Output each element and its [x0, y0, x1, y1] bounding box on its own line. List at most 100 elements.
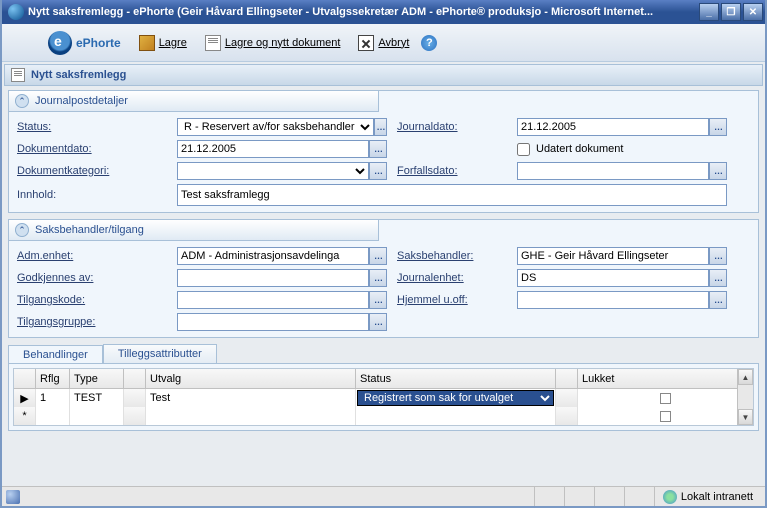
- cell-status[interactable]: Registrert som sak for utvalget: [356, 389, 556, 407]
- godkjennes-input[interactable]: [177, 269, 369, 287]
- done-icon: [6, 490, 20, 504]
- restore-button[interactable]: ❐: [721, 3, 741, 21]
- tilgangskode-label: Tilgangskode:: [17, 294, 167, 306]
- grid-header-utvalg[interactable]: Utvalg: [146, 369, 356, 388]
- godkjennes-picker[interactable]: …: [369, 269, 387, 287]
- table-row-new[interactable]: *: [14, 407, 753, 425]
- grid-behandlinger: Rflg Type Utvalg Status Lukket ▶ 1 TEST …: [13, 368, 754, 426]
- minimize-button[interactable]: _: [699, 3, 719, 21]
- forfallsdato-label: Forfallsdato:: [397, 165, 507, 177]
- udatert-checkbox-wrap[interactable]: Udatert dokument: [517, 143, 727, 156]
- help-button[interactable]: ?: [421, 35, 437, 51]
- hjemmel-label: Hjemmel u.off:: [397, 294, 507, 306]
- save-button[interactable]: Lagre: [133, 33, 193, 53]
- tilgangsgruppe-input[interactable]: [177, 313, 369, 331]
- journaldato-picker[interactable]: …: [709, 118, 727, 136]
- udatert-checkbox[interactable]: [517, 143, 530, 156]
- dokumentdato-input[interactable]: [177, 140, 369, 158]
- dokumentkategori-select[interactable]: [177, 162, 369, 180]
- window-titlebar: Nytt saksfremlegg - ePhorte (Geir Håvard…: [2, 0, 765, 24]
- cell-btn2[interactable]: [556, 389, 578, 407]
- document-icon: [205, 35, 221, 51]
- innhold-input[interactable]: [177, 184, 727, 206]
- save-new-button[interactable]: Lagre og nytt dokument: [199, 33, 347, 53]
- saksbehandler-input[interactable]: [517, 247, 709, 265]
- toolbar: ePhorte Lagre Lagre og nytt dokument Avb…: [2, 24, 765, 62]
- save-icon: [139, 35, 155, 51]
- saksbehandler-label: Saksbehandler:: [397, 250, 507, 262]
- cell-btn[interactable]: [124, 389, 146, 407]
- journalenhet-input[interactable]: [517, 269, 709, 287]
- app-icon: [8, 4, 24, 20]
- grid-scrollbar[interactable]: ▲ ▼: [737, 369, 753, 425]
- close-button[interactable]: ✕: [743, 3, 763, 21]
- window-title: Nytt saksfremlegg - ePhorte (Geir Håvard…: [28, 6, 699, 18]
- dokumentkategori-label: Dokumentkategori:: [17, 165, 167, 177]
- tilgangskode-picker[interactable]: …: [369, 291, 387, 309]
- innhold-label: Innhold:: [17, 189, 167, 201]
- panel-title: Saksbehandler/tilgang: [35, 224, 144, 236]
- subtitle-bar: Nytt saksfremlegg: [4, 64, 763, 86]
- tabs: Behandlinger Tilleggsattributter: [8, 344, 759, 363]
- lukket-checkbox[interactable]: [660, 393, 671, 404]
- journaldato-label: Journaldato:: [397, 121, 507, 133]
- zone-text: Lokalt intranett: [681, 491, 753, 503]
- subtitle-text: Nytt saksfremlegg: [31, 69, 126, 81]
- row-marker-current: ▶: [14, 389, 36, 407]
- panel-header-saksbehandler[interactable]: ⌃ Saksbehandler/tilgang: [9, 220, 379, 241]
- lukket-checkbox-new[interactable]: [660, 411, 671, 422]
- collapse-icon: ⌃: [15, 223, 29, 237]
- row-marker-new: *: [14, 407, 36, 425]
- journaldato-input[interactable]: [517, 118, 709, 136]
- dokumentdato-label: Dokumentdato:: [17, 143, 167, 155]
- journalenhet-label: Journalenhet:: [397, 272, 507, 284]
- admenhet-label: Adm.enhet:: [17, 250, 167, 262]
- panel-header-journalpost[interactable]: ⌃ Journalpostdetaljer: [9, 91, 379, 112]
- logo-icon: [48, 31, 72, 55]
- status-row-select[interactable]: Registrert som sak for utvalget: [357, 390, 554, 406]
- status-label: Status:: [17, 121, 167, 133]
- tab-behandlinger[interactable]: Behandlinger: [8, 345, 103, 364]
- journalenhet-picker[interactable]: …: [709, 269, 727, 287]
- dokumentdato-picker[interactable]: …: [369, 140, 387, 158]
- godkjennes-label: Godkjennes av:: [17, 272, 167, 284]
- cell-lukket[interactable]: [578, 389, 753, 407]
- grid-header-rowmark: [14, 369, 36, 388]
- cell-utvalg[interactable]: Test: [146, 389, 356, 407]
- cell-type[interactable]: TEST: [70, 389, 124, 407]
- logo-text: ePhorte: [76, 36, 121, 50]
- save-new-label: Lagre og nytt dokument: [225, 37, 341, 49]
- grid-header-blank1: [124, 369, 146, 388]
- scroll-down-icon[interactable]: ▼: [738, 409, 753, 425]
- forfallsdato-input[interactable]: [517, 162, 709, 180]
- admenhet-input[interactable]: [177, 247, 369, 265]
- table-row[interactable]: ▶ 1 TEST Test Registrert som sak for utv…: [14, 389, 753, 407]
- tab-tilleggsattributter[interactable]: Tilleggsattributter: [103, 344, 217, 363]
- panel-saksbehandler: ⌃ Saksbehandler/tilgang Adm.enhet: … Sak…: [8, 219, 759, 338]
- dokumentkategori-picker[interactable]: …: [369, 162, 387, 180]
- admenhet-picker[interactable]: …: [369, 247, 387, 265]
- status-select[interactable]: R - Reservert av/for saksbehandler: [177, 118, 374, 136]
- status-picker[interactable]: …: [374, 118, 387, 136]
- grid-header-rflg[interactable]: Rflg: [36, 369, 70, 388]
- scroll-up-icon[interactable]: ▲: [738, 369, 753, 385]
- cell-rflg[interactable]: 1: [36, 389, 70, 407]
- forfallsdato-picker[interactable]: …: [709, 162, 727, 180]
- cancel-button[interactable]: Avbryt: [352, 33, 415, 53]
- grid-header-blank2: [556, 369, 578, 388]
- tab-panel: Rflg Type Utvalg Status Lukket ▶ 1 TEST …: [8, 363, 759, 431]
- saksbehandler-picker[interactable]: …: [709, 247, 727, 265]
- tilgangsgruppe-picker[interactable]: …: [369, 313, 387, 331]
- save-label: Lagre: [159, 37, 187, 49]
- cancel-label: Avbryt: [378, 37, 409, 49]
- tilgangskode-input[interactable]: [177, 291, 369, 309]
- hjemmel-picker[interactable]: …: [709, 291, 727, 309]
- logo: ePhorte: [8, 31, 127, 55]
- cancel-icon: [358, 35, 374, 51]
- grid-header-lukket[interactable]: Lukket: [578, 369, 753, 388]
- udatert-label: Udatert dokument: [536, 143, 623, 155]
- grid-header-status[interactable]: Status: [356, 369, 556, 388]
- statusbar: Lokalt intranett: [2, 486, 765, 506]
- grid-header-type[interactable]: Type: [70, 369, 124, 388]
- hjemmel-input[interactable]: [517, 291, 709, 309]
